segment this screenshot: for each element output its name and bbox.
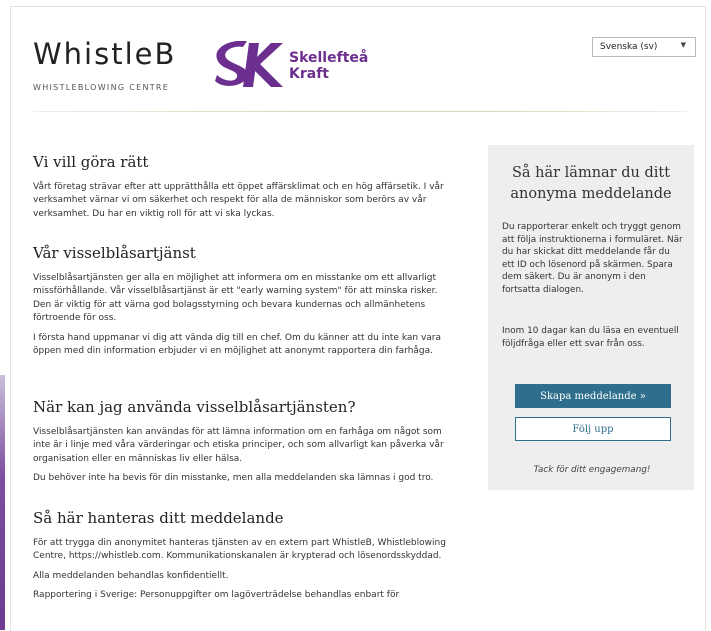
follow-up-button[interactable]: Följ upp: [515, 417, 671, 441]
header-divider: [33, 111, 687, 112]
section-vi-vill: Vi vill göra rätt Vårt företag strävar e…: [33, 153, 453, 227]
create-message-button[interactable]: Skapa meddelande »: [515, 384, 671, 408]
section-paragraph: Du behöver inte ha bevis för din misstan…: [33, 473, 434, 484]
whistleb-logo-subtitle: WHISTLEBLOWING CENTRE: [33, 83, 170, 92]
section-nar-kan-jag: När kan jag använda visselblåsartjänsten…: [33, 398, 453, 492]
sidebar-instructions: Du rapporterar enkelt och tryggt genom a…: [502, 222, 683, 295]
brand-name-line1: Skellefteå: [289, 50, 369, 66]
section-sa-har-hanteras: Så här hanteras ditt meddelande För att …: [33, 509, 453, 609]
language-select-value: Svenska (sv): [600, 42, 658, 52]
skelleftea-kraft-logo-icon: [215, 41, 283, 87]
site-header: WhistleB WHISTLEBLOWING CENTRE Skellefte…: [11, 7, 705, 112]
sidebar-followup-info: Inom 10 dagar kan du läsa en eventuell f…: [502, 326, 679, 349]
section-visselblasartjanst: Vår visselblåsartjänst Visselblåsartjäns…: [33, 244, 453, 364]
section-paragraph: Alla meddelanden behandlas konfidentiell…: [33, 570, 229, 581]
page-frame: WhistleB WHISTLEBLOWING CENTRE Skellefte…: [10, 6, 706, 631]
section-paragraph: I första hand uppmanar vi dig att vända …: [33, 332, 442, 357]
brand-name-line2: Kraft: [289, 66, 329, 82]
section-paragraph: Visselblåsartjänsten kan användas för at…: [33, 427, 444, 464]
chevron-down-icon: ▼: [680, 41, 686, 49]
section-heading: Så här hanteras ditt meddelande: [33, 509, 284, 527]
section-paragraph: Vårt företag strävar efter att upprätthå…: [33, 182, 444, 219]
section-heading: När kan jag använda visselblåsartjänsten…: [33, 398, 356, 416]
section-heading: Vår visselblåsartjänst: [33, 244, 196, 262]
left-accent-bar: [0, 375, 5, 630]
language-select[interactable]: Svenska (sv) ▼: [592, 37, 696, 57]
section-paragraph: Rapportering i Sverige: Personuppgifter …: [33, 590, 400, 601]
whistleb-logo[interactable]: WhistleB: [33, 37, 176, 71]
section-heading: Vi vill göra rätt: [33, 153, 149, 171]
sidebar-title: Så här lämnar du ditt anonyma meddelande: [510, 165, 672, 202]
thanks-text: Tack för ditt engagemang!: [533, 465, 651, 475]
section-paragraph: Visselblåsartjänsten ger alla en möjligh…: [33, 273, 438, 324]
brand-name: Skellefteå Kraft: [289, 50, 368, 82]
report-sidebar: Så här lämnar du ditt anonyma meddelande…: [488, 145, 694, 490]
section-paragraph: För att trygga din anonymitet hanteras t…: [33, 538, 446, 562]
